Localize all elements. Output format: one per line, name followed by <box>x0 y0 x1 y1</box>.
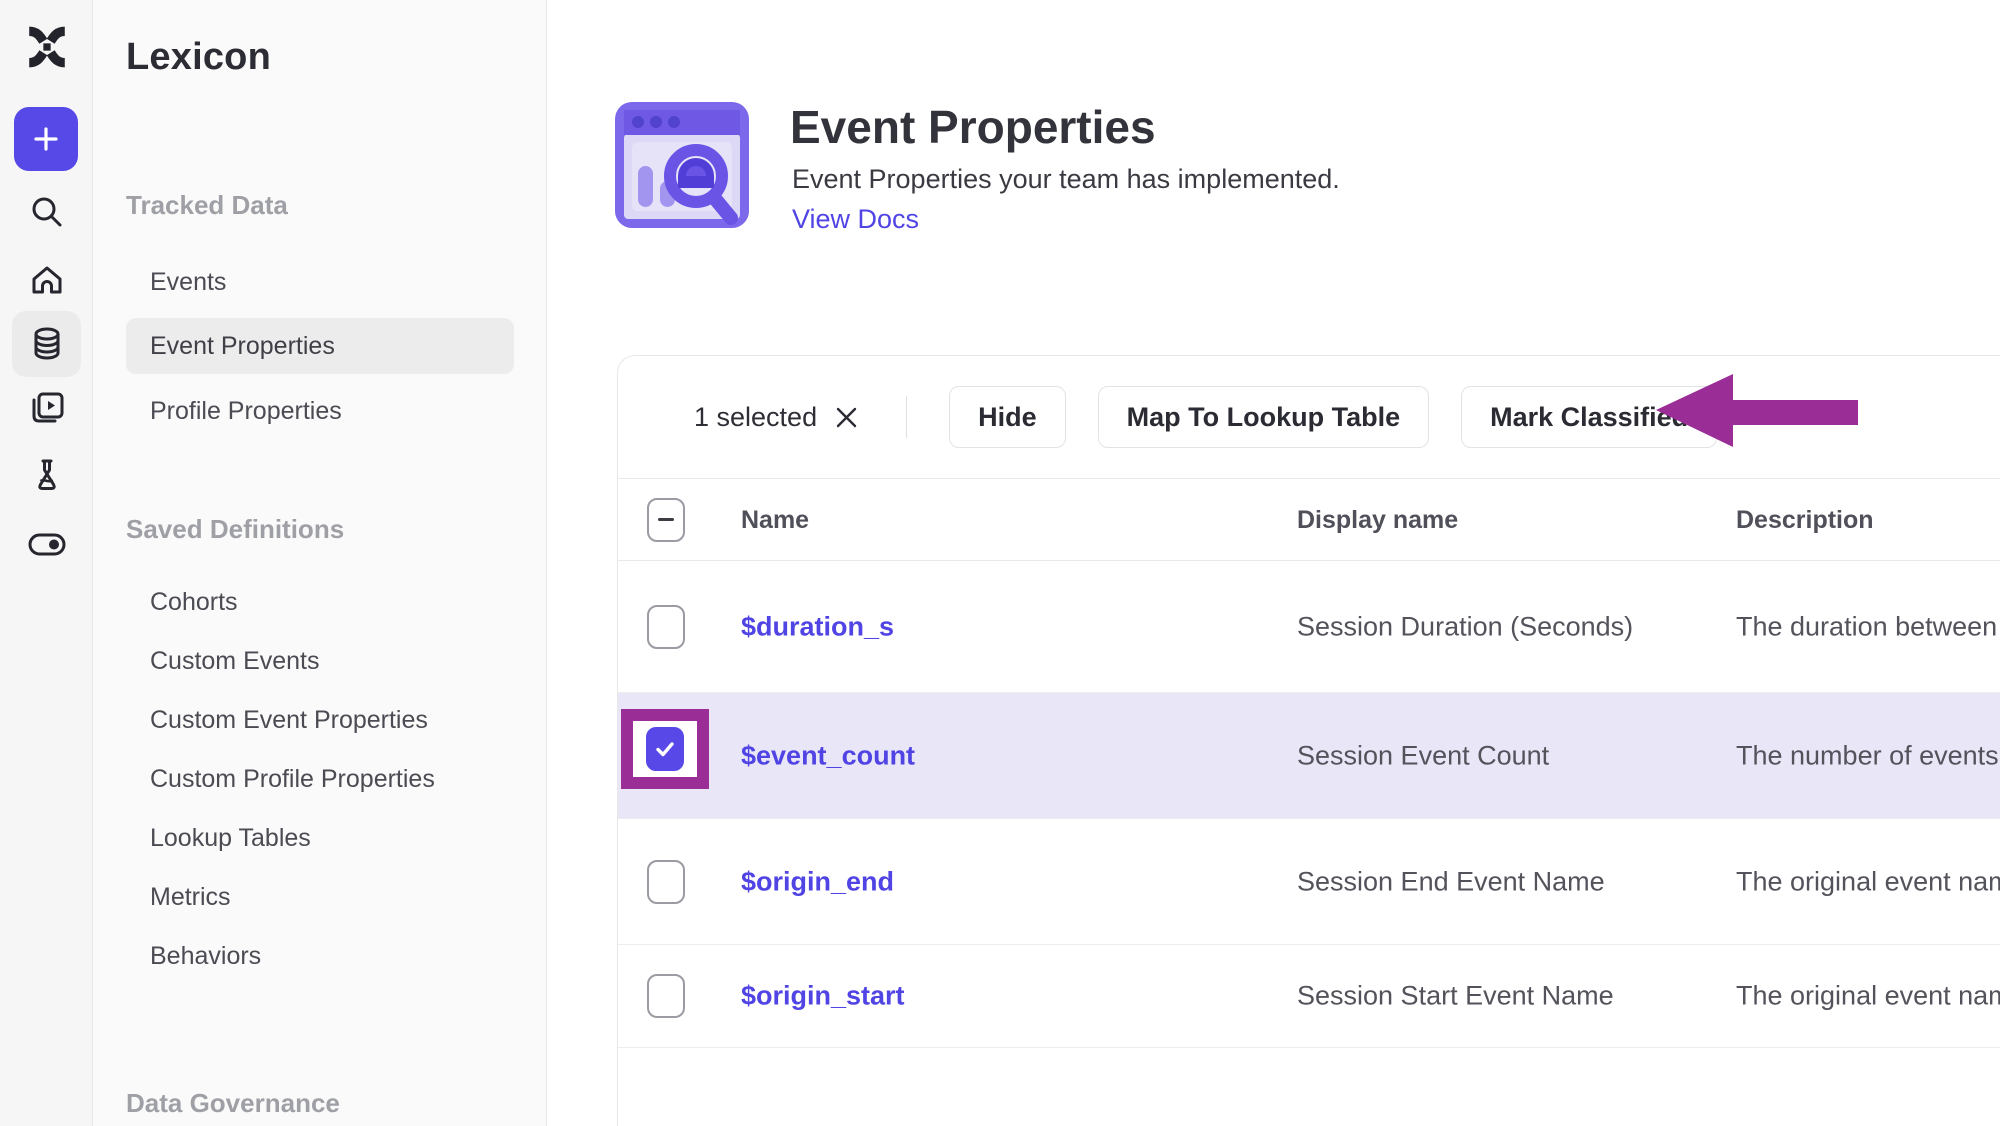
sidebar-item-event-properties[interactable]: Event Properties <box>126 318 514 374</box>
rail-data-management-button[interactable] <box>12 311 81 377</box>
row-checkbox-checked[interactable] <box>646 727 684 771</box>
view-docs-link[interactable]: View Docs <box>792 204 919 235</box>
sidebar-item-custom-profile-properties[interactable]: Custom Profile Properties <box>150 765 435 794</box>
display-name-cell: Session Duration (Seconds) <box>1297 611 1633 642</box>
rail-home-button[interactable] <box>0 260 93 300</box>
clear-selection-button[interactable] <box>833 404 860 431</box>
mixpanel-logo-button[interactable] <box>0 24 93 70</box>
property-name-link[interactable]: $duration_s <box>741 611 894 642</box>
annotation-arrow <box>1656 374 1858 449</box>
page-title: Event Properties <box>790 100 1156 154</box>
display-name-cell: Session End Event Name <box>1297 866 1605 897</box>
home-icon <box>27 260 67 300</box>
column-header-name: Name <box>741 479 809 561</box>
table-row[interactable]: $origin_start Session Start Event Name T… <box>618 945 2000 1048</box>
rail-search-button[interactable] <box>0 192 93 232</box>
hide-button[interactable]: Hide <box>949 386 1066 448</box>
row-checkbox[interactable] <box>647 860 685 904</box>
row-checkbox[interactable] <box>647 605 685 649</box>
sidebar-item-cohorts[interactable]: Cohorts <box>150 588 238 617</box>
sidebar-item-label: Event Properties <box>150 332 335 361</box>
property-name-link[interactable]: $origin_end <box>741 866 894 897</box>
property-name-link[interactable]: $event_count <box>741 740 915 771</box>
row-checkbox[interactable] <box>647 974 685 1018</box>
video-play-icon <box>27 388 67 428</box>
event-properties-page-icon <box>611 94 753 236</box>
toggle-icon <box>25 524 69 564</box>
sidebar-item-behaviors[interactable]: Behaviors <box>150 942 261 971</box>
flask-icon <box>27 456 67 496</box>
section-label-data-governance: Data Governance <box>126 1088 340 1119</box>
section-label-tracked-data: Tracked Data <box>126 190 288 221</box>
database-icon <box>27 324 67 364</box>
create-button[interactable] <box>14 107 78 171</box>
description-cell: The duration between <box>1736 611 2000 642</box>
rail-session-replay-button[interactable] <box>0 388 93 428</box>
sidebar-item-custom-event-properties[interactable]: Custom Event Properties <box>150 706 428 735</box>
app-rail <box>0 0 93 1126</box>
selection-count: 1 selected <box>694 402 817 433</box>
close-icon <box>833 404 860 431</box>
column-header-display-name: Display name <box>1297 479 1458 561</box>
property-name-link[interactable]: $origin_start <box>741 981 905 1012</box>
select-all-checkbox[interactable] <box>647 498 685 542</box>
map-to-lookup-table-button[interactable]: Map To Lookup Table <box>1098 386 1429 448</box>
description-cell: The number of events <box>1736 740 2000 771</box>
display-name-cell: Session Start Event Name <box>1297 981 1614 1012</box>
description-cell: The original event name <box>1736 866 2000 897</box>
indeterminate-dash <box>658 518 674 521</box>
page-subtitle: Event Properties your team has implement… <box>792 164 1340 195</box>
lexicon-sidebar: Lexicon Tracked Data Events Event Proper… <box>93 0 547 1126</box>
section-label-saved-definitions: Saved Definitions <box>126 514 344 545</box>
display-name-cell: Session Event Count <box>1297 740 1549 771</box>
table-row-selected[interactable]: $event_count Session Event Count The num… <box>618 693 2000 819</box>
annotation-highlight-inner <box>633 721 697 777</box>
check-icon <box>653 737 677 761</box>
table-header-row: Name Display name Description <box>618 479 2000 561</box>
search-icon <box>27 192 67 232</box>
plus-icon <box>31 124 61 154</box>
table-row[interactable]: $origin_end Session End Event Name The o… <box>618 819 2000 945</box>
sidebar-item-lookup-tables[interactable]: Lookup Tables <box>150 824 311 853</box>
annotation-highlight-box <box>621 709 709 789</box>
toolbar-divider <box>906 396 907 438</box>
description-cell: The original event name <box>1736 981 2000 1012</box>
sidebar-title: Lexicon <box>126 36 271 79</box>
sidebar-item-metrics[interactable]: Metrics <box>150 883 231 912</box>
column-header-description: Description <box>1736 479 1874 561</box>
event-properties-table-card: 1 selected Hide Map To Lookup Table Mark… <box>617 355 2000 1126</box>
sidebar-item-events[interactable]: Events <box>150 268 226 297</box>
sidebar-item-profile-properties[interactable]: Profile Properties <box>150 397 342 426</box>
mixpanel-logo-icon <box>24 24 70 70</box>
sidebar-item-custom-events[interactable]: Custom Events <box>150 647 320 676</box>
rail-feature-flags-button[interactable] <box>0 524 93 564</box>
rail-experiments-button[interactable] <box>0 456 93 496</box>
table-row[interactable]: $duration_s Session Duration (Seconds) T… <box>618 561 2000 693</box>
